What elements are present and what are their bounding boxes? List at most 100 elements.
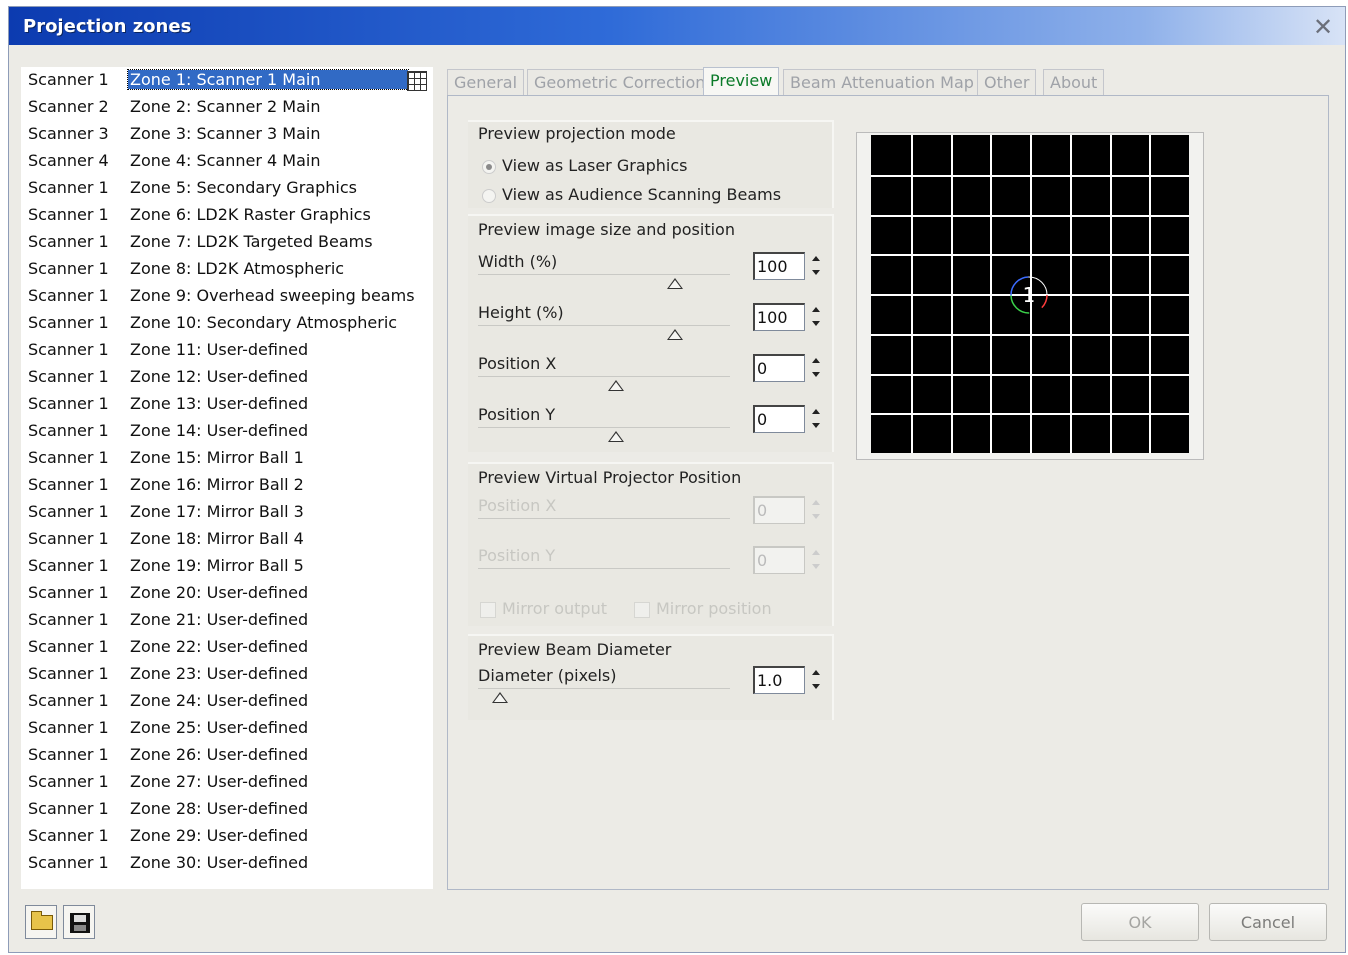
zone-row[interactable]: Scanner 1 Zone 17: Mirror Ball 3 [21, 499, 433, 526]
width-slider-thumb[interactable] [667, 278, 683, 289]
tab-about[interactable]: About [1043, 69, 1105, 97]
zone-row[interactable]: Scanner 1 Zone 10: Secondary Atmospheric [21, 310, 433, 337]
zone-row[interactable]: Scanner 1 Zone 24: User-defined [21, 688, 433, 715]
position-y-slider-track[interactable] [478, 427, 730, 428]
zone-name-cell: Zone 7: LD2K Targeted Beams [130, 232, 373, 251]
zone-name-cell: Zone 17: Mirror Ball 3 [130, 502, 304, 521]
zone-row[interactable]: Scanner 1 Zone 19: Mirror Ball 5 [21, 553, 433, 580]
audience-beams-radio[interactable] [482, 189, 496, 203]
height-down-arrow-icon[interactable] [807, 317, 825, 330]
height-input[interactable] [753, 303, 805, 331]
size-position-heading: Preview image size and position [478, 220, 735, 239]
laser-graphics-label[interactable]: View as Laser Graphics [502, 156, 688, 175]
height-up-arrow-icon[interactable] [807, 303, 825, 316]
scanner-cell: Scanner 1 [28, 259, 109, 278]
scanner-cell: Scanner 1 [28, 286, 109, 305]
tab-beam-attenuation-map[interactable]: Beam Attenuation Map [783, 69, 981, 97]
save-button[interactable] [63, 905, 95, 939]
zone-row[interactable]: Scanner 1 Zone 9: Overhead sweeping beams [21, 283, 433, 310]
diameter-down-arrow-icon[interactable] [807, 680, 825, 693]
zone-row[interactable]: Scanner 2 Zone 2: Scanner 2 Main [21, 94, 433, 121]
position-x-input[interactable] [753, 354, 805, 382]
zone-name-cell: Zone 21: User-defined [130, 610, 309, 629]
audience-beams-label[interactable]: View as Audience Scanning Beams [502, 185, 781, 204]
tab-other[interactable]: Other [977, 69, 1037, 97]
virtual-position-x-spinner [753, 496, 827, 524]
zone-name-cell: Zone 5: Secondary Graphics [130, 178, 357, 197]
zone-row[interactable]: Scanner 1 Zone 26: User-defined [21, 742, 433, 769]
zone-row[interactable]: Scanner 1 Zone 30: User-defined [21, 850, 433, 877]
position-y-slider-thumb[interactable] [608, 431, 624, 442]
zone-row[interactable]: Scanner 1 Zone 23: User-defined [21, 661, 433, 688]
open-button[interactable] [25, 905, 57, 939]
ok-button[interactable]: OK [1081, 903, 1199, 941]
scanner-cell: Scanner 1 [28, 70, 109, 89]
zone-row[interactable]: Scanner 1 Zone 20: User-defined [21, 580, 433, 607]
virtual-y-up-arrow-icon [807, 546, 825, 559]
height-spinner [753, 303, 827, 331]
preview-grid-line-horizontal [871, 215, 1189, 217]
tab-general[interactable]: General [447, 69, 525, 97]
zone-name-cell: Zone 27: User-defined [130, 772, 309, 791]
virtual-projector-group: Preview Virtual Projector Position Posit… [468, 462, 834, 626]
tab-geometric-correction[interactable]: Geometric Correction [527, 69, 713, 97]
zone-row[interactable]: Scanner 1 Zone 21: User-defined [21, 607, 433, 634]
zone-row[interactable]: Scanner 1 Zone 15: Mirror Ball 1 [21, 445, 433, 472]
position-x-up-arrow-icon[interactable] [807, 354, 825, 367]
zone-row[interactable]: Scanner 1 Zone 11: User-defined [21, 337, 433, 364]
zone-name-cell: Zone 22: User-defined [130, 637, 309, 656]
zone-row[interactable]: Scanner 1 Zone 25: User-defined [21, 715, 433, 742]
position-x-down-arrow-icon[interactable] [807, 368, 825, 381]
zone-row[interactable]: Scanner 1 Zone 14: User-defined [21, 418, 433, 445]
width-slider-track[interactable] [478, 274, 730, 275]
position-y-down-arrow-icon[interactable] [807, 419, 825, 432]
width-input[interactable] [753, 252, 805, 280]
position-y-input[interactable] [753, 405, 805, 433]
height-slider-track[interactable] [478, 325, 730, 326]
zone-row[interactable]: Scanner 1 Zone 18: Mirror Ball 4 [21, 526, 433, 553]
laser-graphics-radio[interactable] [482, 160, 496, 174]
zone-name-cell: Zone 13: User-defined [130, 394, 309, 413]
preview-canvas[interactable]: 1 [871, 135, 1189, 453]
mirror-position-label: Mirror position [656, 599, 772, 618]
virtual-position-y-input [753, 546, 805, 574]
preview-frame: 1 [856, 132, 1204, 460]
position-y-up-arrow-icon[interactable] [807, 405, 825, 418]
zone-row[interactable]: Scanner 1 Zone 12: User-defined [21, 364, 433, 391]
height-slider-thumb[interactable] [667, 329, 683, 340]
zone-row[interactable]: Scanner 1 Zone 27: User-defined [21, 769, 433, 796]
zone-row[interactable]: Scanner 1 Zone 7: LD2K Targeted Beams [21, 229, 433, 256]
grid-icon[interactable] [407, 71, 427, 91]
zone-row[interactable]: Scanner 1 Zone 29: User-defined [21, 823, 433, 850]
zone-row[interactable]: Scanner 1 Zone 28: User-defined [21, 796, 433, 823]
diameter-up-arrow-icon[interactable] [807, 666, 825, 679]
scanner-cell: Scanner 2 [28, 97, 109, 116]
scanner-cell: Scanner 1 [28, 421, 109, 440]
zone-row[interactable]: Scanner 1 Zone 8: LD2K Atmospheric [21, 256, 433, 283]
diameter-slider-track[interactable] [478, 688, 730, 689]
zone-row[interactable]: Scanner 1 Zone 1: Scanner 1 Main [21, 67, 433, 94]
zone-marker: 1 [1010, 276, 1048, 314]
width-down-arrow-icon[interactable] [807, 266, 825, 279]
zone-row[interactable]: Scanner 1 Zone 22: User-defined [21, 634, 433, 661]
zone-name-cell: Zone 26: User-defined [130, 745, 309, 764]
zone-list[interactable]: Scanner 1 Zone 1: Scanner 1 Main Scanner 2… [21, 67, 433, 889]
scanner-cell: Scanner 1 [28, 205, 109, 224]
zone-row[interactable]: Scanner 1 Zone 5: Secondary Graphics [21, 175, 433, 202]
title-bar[interactable]: Projection zones ✕ [9, 7, 1345, 45]
size-position-group: Preview image size and position Width (%… [468, 214, 834, 452]
zone-row[interactable]: Scanner 1 Zone 13: User-defined [21, 391, 433, 418]
zone-row[interactable]: Scanner 4 Zone 4: Scanner 4 Main [21, 148, 433, 175]
close-icon[interactable]: ✕ [1311, 15, 1335, 39]
zone-name-cell: Zone 23: User-defined [130, 664, 309, 683]
position-x-slider-thumb[interactable] [608, 380, 624, 391]
zone-row[interactable]: Scanner 3 Zone 3: Scanner 3 Main [21, 121, 433, 148]
width-up-arrow-icon[interactable] [807, 252, 825, 265]
position-x-slider-track[interactable] [478, 376, 730, 377]
cancel-button[interactable]: Cancel [1209, 903, 1327, 941]
scanner-cell: Scanner 1 [28, 772, 109, 791]
zone-row[interactable]: Scanner 1 Zone 16: Mirror Ball 2 [21, 472, 433, 499]
diameter-input[interactable] [753, 666, 805, 694]
diameter-slider-thumb[interactable] [492, 692, 508, 703]
zone-row[interactable]: Scanner 1 Zone 6: LD2K Raster Graphics [21, 202, 433, 229]
